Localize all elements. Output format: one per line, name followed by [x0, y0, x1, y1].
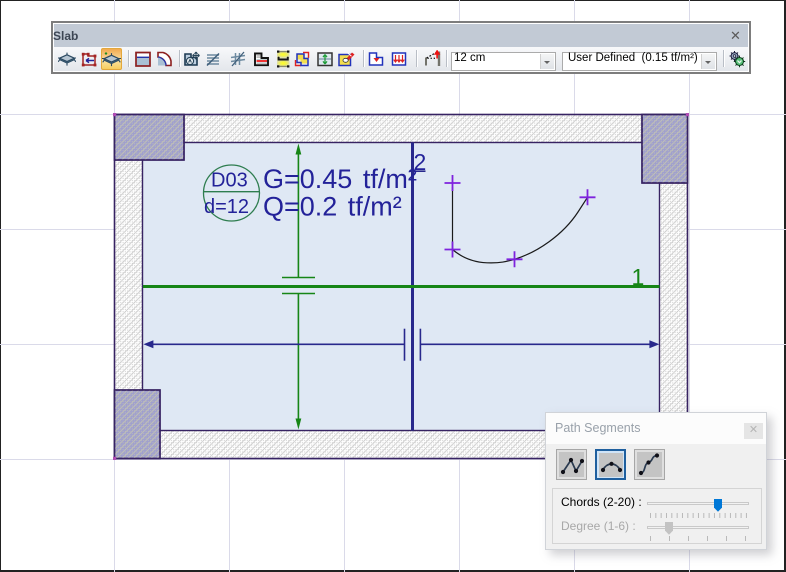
svg-text:1: 1: [632, 264, 645, 290]
svg-text:D03: D03: [211, 170, 248, 192]
svg-text:d=12: d=12: [204, 196, 249, 218]
svg-text:G=0.45 tf/m²: G=0.45 tf/m²: [263, 164, 417, 194]
svg-text:Q=0.2 tf/m²: Q=0.2 tf/m²: [263, 191, 402, 221]
